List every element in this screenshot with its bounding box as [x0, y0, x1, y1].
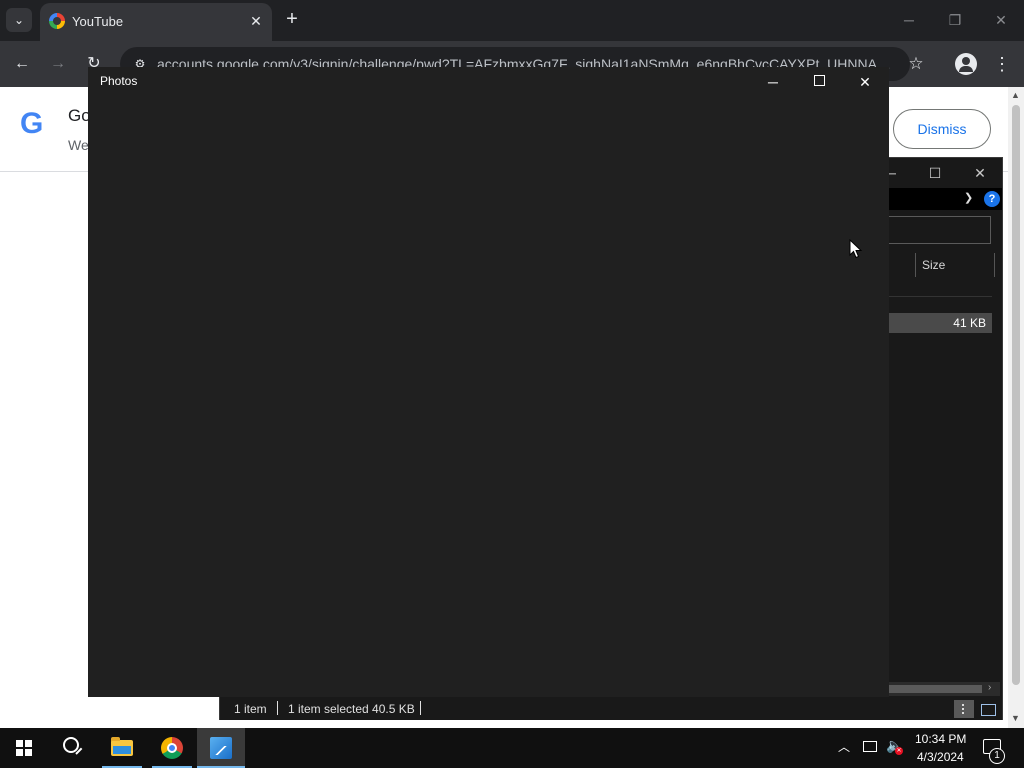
photos-maximize-icon[interactable]: [814, 75, 825, 86]
dismiss-button[interactable]: Dismiss: [893, 109, 991, 149]
status-separator: [277, 701, 278, 715]
page-scrollbar[interactable]: ▲ ▼: [1008, 87, 1024, 728]
network-icon[interactable]: [863, 741, 877, 752]
chrome-icon: [161, 737, 183, 759]
photos-title: Photos: [100, 74, 138, 88]
scroll-right-icon[interactable]: ›: [988, 682, 991, 693]
large-icons-view-icon[interactable]: [978, 700, 998, 718]
explorer-close-icon[interactable]: ✕: [965, 162, 995, 184]
file-size: 41 KB: [953, 316, 986, 330]
close-window-icon[interactable]: ✕: [986, 8, 1016, 32]
search-icon: [63, 737, 79, 753]
folder-icon: [111, 737, 133, 756]
taskbar: ︿ 🔈 ✕ 10:34 PM 4/3/2024 1: [0, 728, 1024, 768]
forward-arrow-icon[interactable]: →: [46, 52, 70, 76]
start-button[interactable]: [0, 728, 48, 768]
tab-close-icon[interactable]: ✕: [246, 11, 266, 31]
column-divider[interactable]: [994, 253, 995, 277]
explorer-maximize-icon[interactable]: ☐: [920, 162, 950, 184]
clock-date[interactable]: 4/3/2024: [917, 750, 964, 764]
search-button[interactable]: [48, 728, 96, 768]
status-item-count: 1 item: [234, 702, 267, 716]
mute-badge-icon: ✕: [895, 747, 903, 755]
scroll-thumb[interactable]: [1012, 105, 1020, 685]
minimize-icon[interactable]: ─: [894, 8, 924, 32]
taskbar-chrome[interactable]: [148, 728, 196, 768]
photos-close-icon[interactable]: ✕: [848, 70, 882, 94]
help-icon[interactable]: ?: [984, 191, 1000, 207]
photos-icon: [210, 737, 232, 759]
tab-youtube[interactable]: YouTube ✕: [40, 3, 272, 41]
google-favicon-icon: [49, 13, 65, 29]
bookmark-star-icon[interactable]: ☆: [904, 52, 928, 76]
windows-logo-icon: [16, 740, 32, 756]
explorer-status-bar: 1 item 1 item selected 40.5 KB: [220, 698, 1002, 720]
new-tab-plus-icon[interactable]: +: [281, 8, 303, 30]
restore-icon[interactable]: ❐: [940, 8, 970, 32]
column-header-size[interactable]: Size: [922, 258, 945, 272]
scroll-up-icon[interactable]: ▲: [1011, 90, 1021, 100]
taskbar-file-explorer[interactable]: [98, 728, 146, 768]
status-selection: 1 item selected 40.5 KB: [288, 702, 415, 716]
photos-minimize-icon[interactable]: ─: [756, 70, 790, 94]
tab-title: YouTube: [72, 14, 124, 29]
column-divider[interactable]: [915, 253, 916, 277]
scroll-down-icon[interactable]: ▼: [1011, 713, 1021, 723]
google-logo-icon: G: [20, 107, 44, 140]
tab-strip: ⌄ YouTube ✕ + ─ ❐ ✕: [0, 0, 1024, 41]
tab-search-chevron-down-icon[interactable]: ⌄: [6, 8, 32, 32]
status-separator: [420, 701, 421, 715]
back-arrow-icon[interactable]: ←: [10, 52, 34, 76]
notification-count-badge: 1: [989, 748, 1005, 764]
show-hidden-icons-chevron-up-icon[interactable]: ︿: [838, 738, 850, 755]
details-view-icon[interactable]: [954, 700, 974, 718]
more-vert-icon[interactable]: ⋮: [992, 52, 1012, 76]
ribbon-expand-chevron-icon[interactable]: ❯: [964, 191, 973, 204]
taskbar-photos[interactable]: [197, 728, 245, 768]
banner-subtitle: We: [68, 137, 89, 153]
photos-window: Photos ─ ✕: [88, 67, 889, 697]
clock-time[interactable]: 10:34 PM: [915, 732, 966, 746]
profile-icon[interactable]: [955, 53, 977, 75]
